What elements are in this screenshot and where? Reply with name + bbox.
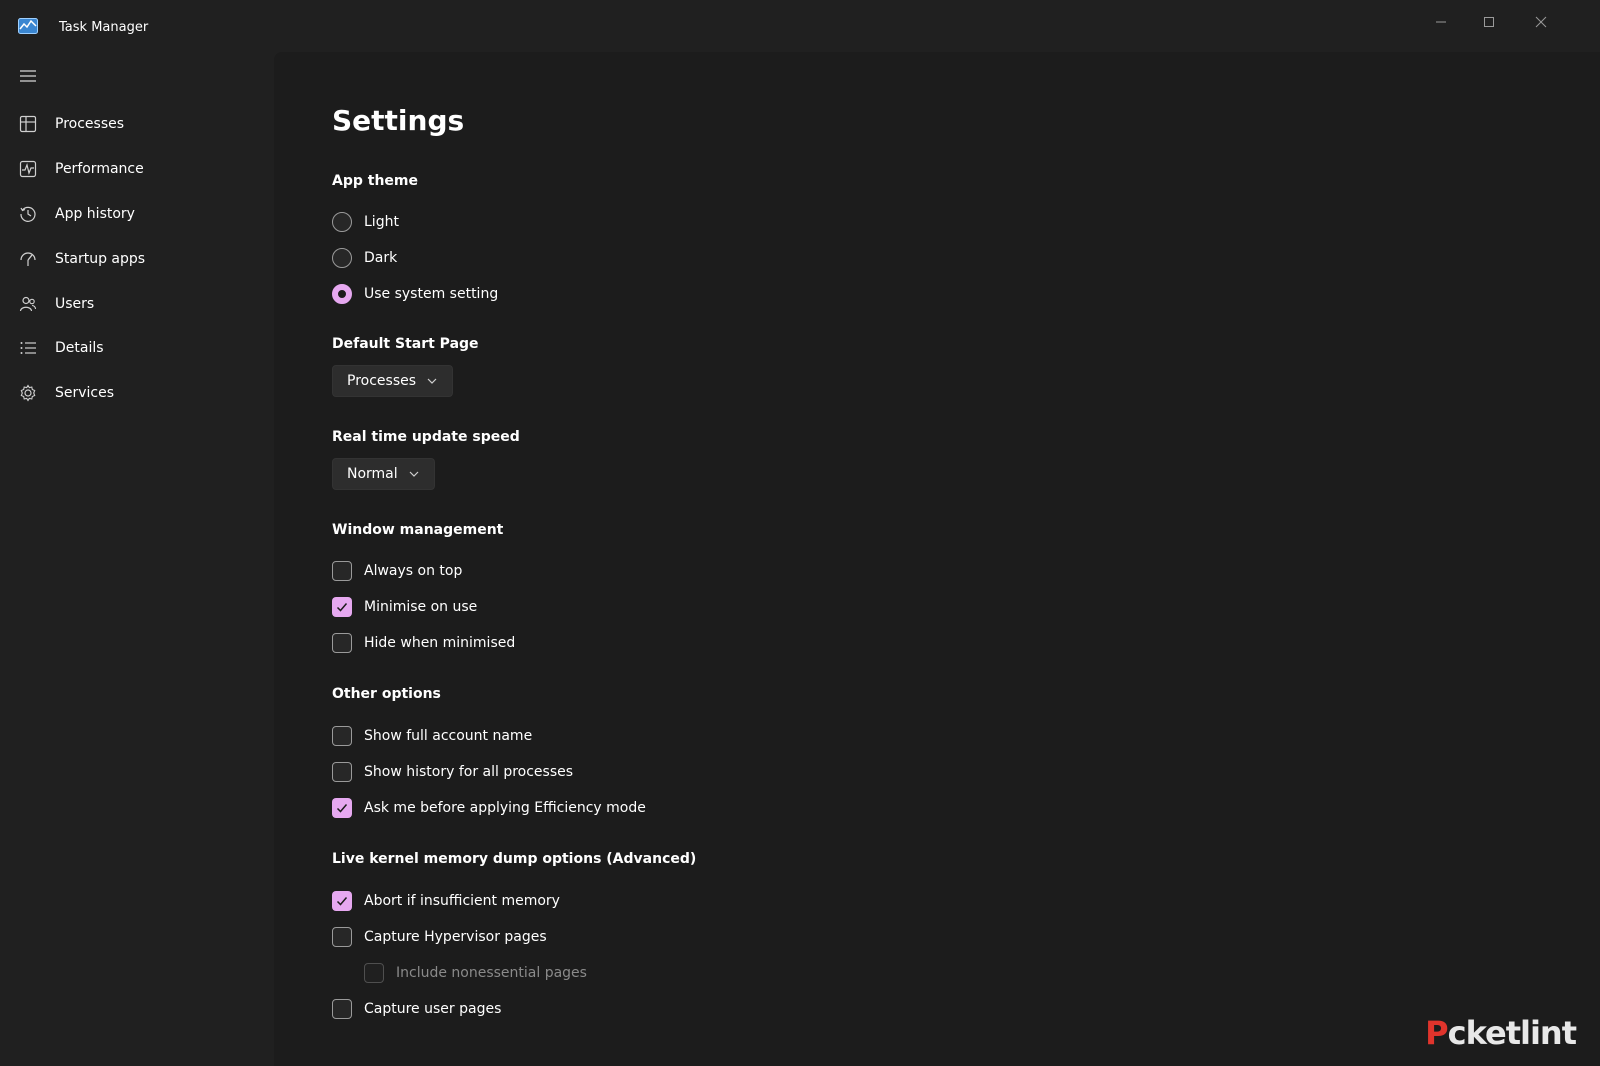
capture-hypervisor-pages-checkbox[interactable]: Capture Hypervisor pages [332,923,547,951]
sidebar-item-app-history[interactable]: App history [0,194,270,234]
services-icon [17,382,39,404]
startup-apps-icon [17,248,39,270]
checkbox-disabled[interactable] [364,963,384,983]
checkbox-checked[interactable] [332,798,352,818]
checkbox[interactable] [332,561,352,581]
chevron-down-icon [426,375,438,387]
default-start-page-dropdown[interactable]: Processes [332,365,454,397]
checkbox-label: Show history for all processes [364,764,574,780]
users-icon [17,293,39,315]
always-on-top-checkbox[interactable]: Always on top [332,557,462,585]
title-bar: Task Manager [0,0,1600,52]
maximize-button[interactable] [1466,6,1512,38]
settings-panel: Settings App theme Light Dark Use system… [274,52,1600,1066]
checkbox-label: Include nonessential pages [396,965,587,981]
default-start-page-heading: Default Start Page [332,336,479,352]
radio-button[interactable] [332,212,352,232]
checkmark-icon [336,603,348,612]
minimize-icon [1436,21,1446,23]
ask-efficiency-mode-checkbox[interactable]: Ask me before applying Efficiency mode [332,794,646,822]
checkbox-label: Always on top [364,563,463,579]
sidebar-item-label: Processes [55,116,125,132]
sidebar-item-label: App history [55,206,135,222]
kernel-dump-heading: Live kernel memory dump options (Advance… [332,851,697,867]
sidebar-item-processes[interactable]: Processes [0,104,270,144]
checkmark-icon [336,804,348,813]
sidebar-item-details[interactable]: Details [0,328,270,368]
checkbox-label: Hide when minimised [364,635,516,651]
checkbox-label: Abort if insufficient memory [364,893,560,909]
close-button[interactable] [1518,6,1564,38]
update-speed-heading: Real time update speed [332,429,520,445]
details-icon [17,337,39,359]
theme-system-radio[interactable]: Use system setting [332,280,498,308]
sidebar-item-performance[interactable]: Performance [0,149,270,189]
capture-user-pages-checkbox[interactable]: Capture user pages [332,995,501,1023]
sidebar-item-label: Details [55,340,104,356]
checkbox[interactable] [332,927,352,947]
hamburger-icon [20,70,36,82]
page-title: Settings [332,104,465,137]
window-management-heading: Window management [332,522,504,538]
sidebar-item-users[interactable]: Users [0,284,270,324]
checkbox-label: Capture Hypervisor pages [364,929,547,945]
performance-icon [17,158,39,180]
processes-icon [17,113,39,135]
abort-insufficient-memory-checkbox[interactable]: Abort if insufficient memory [332,887,560,915]
task-manager-window: Task Manager Processes Performance App h… [0,0,1600,1066]
pocketlint-watermark: Pcketlint [1425,1014,1577,1052]
window-title: Task Manager [59,20,149,35]
checkbox[interactable] [332,762,352,782]
app-history-icon [17,203,39,225]
radio-label: Light [364,214,399,230]
show-full-account-name-checkbox[interactable]: Show full account name [332,722,532,750]
checkbox[interactable] [332,999,352,1019]
show-history-all-processes-checkbox[interactable]: Show history for all processes [332,758,573,786]
sidebar-item-services[interactable]: Services [0,373,270,413]
checkbox[interactable] [332,726,352,746]
app-theme-heading: App theme [332,173,418,189]
watermark-accent-letter: P [1425,1014,1448,1052]
radio-label: Use system setting [364,286,499,302]
menu-toggle-button[interactable] [16,64,40,88]
radio-button-selected[interactable] [332,284,352,304]
checkbox[interactable] [332,633,352,653]
radio-label: Dark [364,250,398,266]
radio-button[interactable] [332,248,352,268]
sidebar-item-label: Users [55,296,95,312]
watermark-text: cketlint [1447,1014,1577,1052]
sidebar-item-label: Performance [55,161,144,177]
hide-when-minimised-checkbox[interactable]: Hide when minimised [332,629,515,657]
sidebar-item-label: Startup apps [55,251,146,267]
checkbox-label: Show full account name [364,728,533,744]
checkbox-checked[interactable] [332,597,352,617]
checkmark-icon [336,897,348,906]
maximize-icon [1484,17,1494,27]
include-nonessential-pages-checkbox[interactable]: Include nonessential pages [364,959,587,987]
checkbox-label: Minimise on use [364,599,478,615]
update-speed-dropdown[interactable]: Normal [332,458,435,490]
minimize-button[interactable] [1418,6,1464,38]
checkbox-label: Ask me before applying Efficiency mode [364,800,646,816]
dropdown-value: Processes [347,373,417,389]
sidebar-item-label: Services [55,385,115,401]
theme-dark-radio[interactable]: Dark [332,244,397,272]
dropdown-value: Normal [347,466,398,482]
task-manager-app-icon [18,18,38,34]
sidebar-item-startup-apps[interactable]: Startup apps [0,239,270,279]
other-options-heading: Other options [332,686,441,702]
theme-light-radio[interactable]: Light [332,208,399,236]
checkbox-checked[interactable] [332,891,352,911]
checkbox-label: Capture user pages [364,1001,502,1017]
close-icon [1535,16,1547,28]
minimise-on-use-checkbox[interactable]: Minimise on use [332,593,477,621]
chevron-down-icon [408,468,420,480]
